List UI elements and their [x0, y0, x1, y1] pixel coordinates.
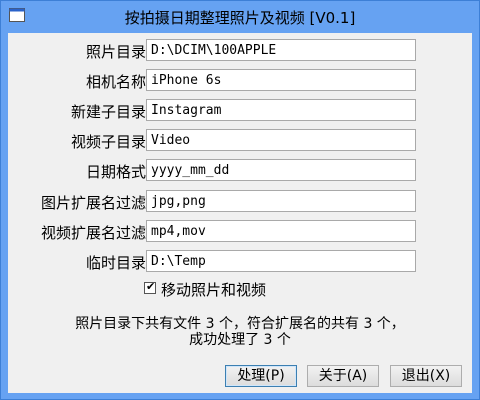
process-button[interactable]: 处理(P) [225, 365, 297, 387]
temp-dir-label: 临时目录 [85, 254, 146, 272]
row-new-subdir: 新建子目录 Instagram [8, 99, 472, 123]
row-image-ext: 图片扩展名过滤 jpg,png [8, 190, 472, 214]
video-ext-input[interactable]: mp4,mov [146, 220, 416, 242]
about-button[interactable]: 关于(A) [307, 365, 379, 387]
row-temp-dir: 临时目录 D:\Temp [8, 250, 472, 274]
row-video-subdir: 视频子目录 Video [8, 129, 472, 153]
window-title: 按拍摄日期整理照片及视频 [V0.1] [124, 9, 356, 27]
row-camera-name: 相机名称 iPhone 6s [8, 69, 472, 93]
new-subdir-input[interactable]: Instagram [146, 99, 416, 121]
temp-dir-input[interactable]: D:\Temp [146, 250, 416, 272]
video-subdir-label: 视频子目录 [70, 133, 146, 151]
exit-button[interactable]: 退出(X) [390, 365, 462, 387]
move-files-checkbox[interactable]: ✔ [144, 280, 156, 294]
photo-dir-label: 照片目录 [85, 43, 146, 61]
photo-dir-input[interactable]: D:\DCIM\100APPLE [146, 39, 416, 61]
row-date-format: 日期格式 yyyy_mm_dd [8, 159, 472, 183]
camera-name-label: 相机名称 [85, 73, 146, 91]
title-bar[interactable]: 按拍摄日期整理照片及视频 [V0.1] [1, 1, 479, 33]
image-ext-input[interactable]: jpg,png [146, 190, 416, 212]
video-ext-label: 视频扩展名过滤 [40, 224, 146, 242]
check-icon: ✔ [146, 280, 156, 293]
date-format-label: 日期格式 [85, 163, 146, 181]
dialog-body: 照片目录 D:\DCIM\100APPLE 相机名称 iPhone 6s 新建子… [8, 33, 472, 393]
move-files-label: 移动照片和视频 [161, 281, 267, 299]
row-photo-dir: 照片目录 D:\DCIM\100APPLE [8, 39, 472, 63]
date-format-input[interactable]: yyyy_mm_dd [146, 159, 416, 181]
camera-name-input[interactable]: iPhone 6s [146, 69, 416, 91]
video-subdir-input[interactable]: Video [146, 129, 416, 151]
image-ext-label: 图片扩展名过滤 [40, 194, 146, 212]
new-subdir-label: 新建子目录 [70, 103, 146, 121]
app-window: 按拍摄日期整理照片及视频 [V0.1] 照片目录 D:\DCIM\100APPL… [0, 0, 480, 400]
summary-line-2: 成功处理了 3 个 [189, 332, 291, 348]
row-video-ext: 视频扩展名过滤 mp4,mov [8, 220, 472, 244]
